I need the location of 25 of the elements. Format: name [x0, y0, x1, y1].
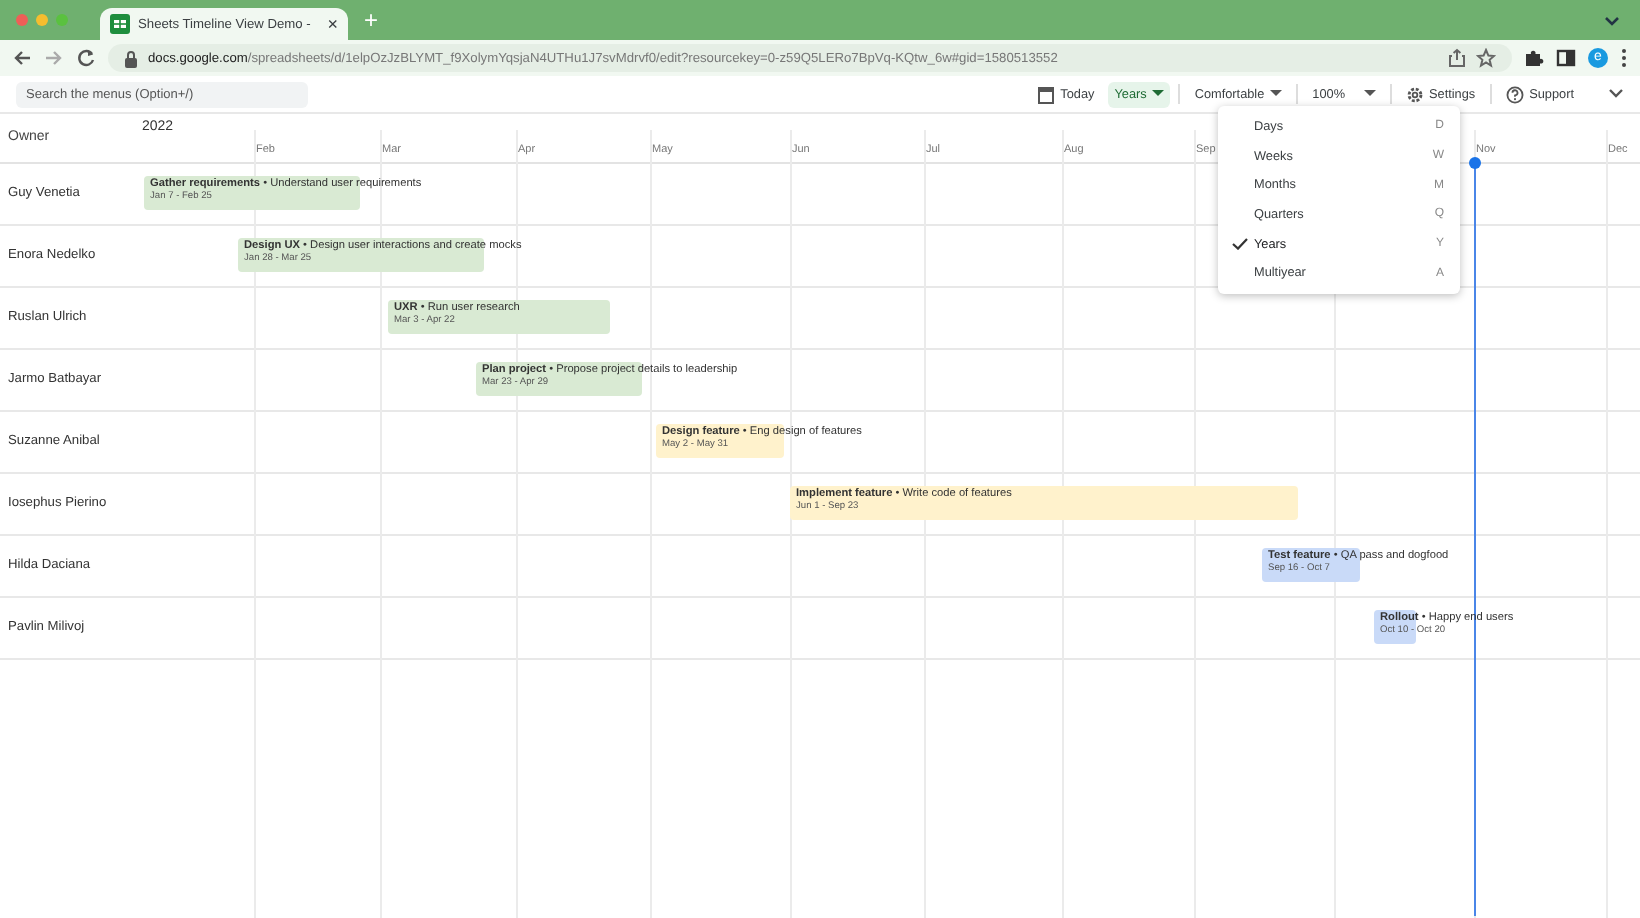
sheets-icon [110, 14, 130, 34]
sidebar-icon[interactable] [1556, 48, 1576, 68]
task-bar[interactable] [1262, 548, 1360, 582]
star-icon[interactable] [1476, 48, 1496, 68]
puzzle-icon[interactable] [1524, 48, 1544, 68]
dropdown-arrow-icon [1270, 90, 1283, 98]
settings-icon [1405, 85, 1424, 103]
task-bar[interactable] [476, 362, 642, 396]
task-bar[interactable] [238, 238, 484, 272]
close-icon[interactable]: × [327, 14, 338, 34]
reload-icon[interactable] [76, 48, 96, 68]
task-bar[interactable] [388, 300, 610, 334]
lock-icon [124, 49, 138, 67]
more-vertical-icon[interactable] [1620, 48, 1628, 68]
back-icon[interactable] [12, 48, 32, 68]
calendar-icon [1038, 85, 1055, 103]
task-bar[interactable] [1374, 610, 1416, 644]
dropdown-arrow-icon [1363, 90, 1376, 98]
task-bar[interactable] [144, 176, 360, 210]
dropdown-arrow-icon [1152, 90, 1165, 98]
task-bar[interactable] [790, 486, 1298, 520]
chevron-down-icon[interactable] [1608, 88, 1624, 100]
help-icon [1505, 85, 1524, 103]
share-icon[interactable] [1448, 48, 1466, 68]
chevron-down-icon[interactable] [1604, 16, 1620, 28]
